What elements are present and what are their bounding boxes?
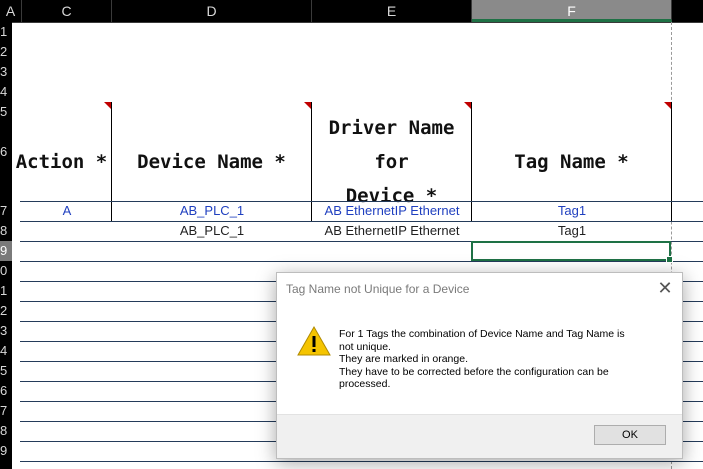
row-header[interactable]: 3 (0, 62, 12, 82)
row-header[interactable]: 6 (0, 142, 12, 162)
dialog-message: For 1 Tags the combination of Device Nam… (339, 328, 659, 391)
comment-indicator-icon (664, 102, 671, 109)
row-header[interactable]: 7 (0, 401, 12, 421)
active-cell-selection[interactable] (471, 241, 673, 263)
row-border (20, 461, 703, 462)
column-header-a[interactable]: A (0, 0, 22, 22)
dialog-message-line: not unique. (339, 340, 391, 353)
row-header[interactable]: 2 (0, 301, 12, 321)
column-header-bar: A C D E F (0, 0, 703, 23)
row-header[interactable]: 7 (0, 201, 12, 221)
close-icon[interactable]: ✕ (656, 278, 674, 298)
header-label-tag-name: Tag Name * (514, 151, 629, 173)
fill-handle[interactable] (666, 256, 673, 263)
header-label-action: Action * (15, 151, 108, 173)
comment-indicator-icon (464, 102, 471, 109)
row-header[interactable]: 1 (0, 281, 12, 301)
cell-device-name[interactable]: AB_PLC_1 (112, 201, 312, 221)
row-header[interactable]: 3 (0, 321, 12, 341)
header-label-driver-line1: Driver Name for (328, 117, 455, 173)
dialog-message-line: processed. (339, 378, 391, 390)
cell-device-name[interactable]: AB_PLC_1 (112, 221, 312, 241)
message-dialog: Tag Name not Unique for a Device ✕ For 1… (276, 272, 683, 459)
dialog-footer: OK (277, 414, 682, 458)
warning-icon (297, 325, 331, 356)
row-header[interactable]: 9 (0, 441, 12, 461)
header-label-driver-name: Driver Name for Device * (312, 111, 471, 213)
dialog-message-line: They have to be corrected before the con… (339, 365, 609, 378)
row-header[interactable]: 8 (0, 221, 12, 241)
comment-indicator-icon (304, 102, 311, 109)
row-header[interactable]: 0 (0, 261, 12, 281)
cell-driver-name[interactable]: AB EthernetIP Ethernet (312, 221, 472, 241)
column-header-f[interactable]: F (472, 0, 672, 22)
cell-tag-name[interactable]: Tag1 (472, 201, 672, 221)
column-header-c[interactable]: C (22, 0, 112, 22)
cell-action[interactable] (12, 221, 122, 241)
row-header[interactable]: 6 (0, 381, 12, 401)
row-header[interactable]: 1 (0, 22, 12, 42)
header-label-device-name: Device Name * (137, 151, 286, 173)
row-header-selected[interactable]: 9 (0, 241, 12, 261)
ok-button[interactable]: OK (594, 425, 666, 445)
comment-indicator-icon (104, 102, 111, 109)
cell-driver-name[interactable]: AB EthernetIP Ethernet (312, 201, 472, 221)
column-header-e[interactable]: E (312, 0, 472, 22)
row-border (20, 261, 703, 262)
cell-action[interactable]: A (12, 201, 122, 221)
column-header-d[interactable]: D (112, 0, 312, 22)
cell-tag-name[interactable]: Tag1 (472, 221, 672, 241)
row-header[interactable]: 5 (0, 361, 12, 381)
dialog-message-line: For 1 Tags the combination of Device Nam… (339, 328, 625, 340)
row-header[interactable]: 5 (0, 102, 12, 122)
row-header[interactable]: 4 (0, 341, 12, 361)
row-header[interactable]: 2 (0, 42, 12, 62)
row-header-strip: 1 2 3 4 5 6 7 8 9 0 1 2 3 4 5 6 7 8 9 (0, 22, 12, 469)
row-header[interactable]: 8 (0, 421, 12, 441)
row-header[interactable]: 4 (0, 82, 12, 102)
dialog-message-line: They are marked in orange. (339, 353, 468, 365)
dialog-title: Tag Name not Unique for a Device (286, 282, 470, 296)
